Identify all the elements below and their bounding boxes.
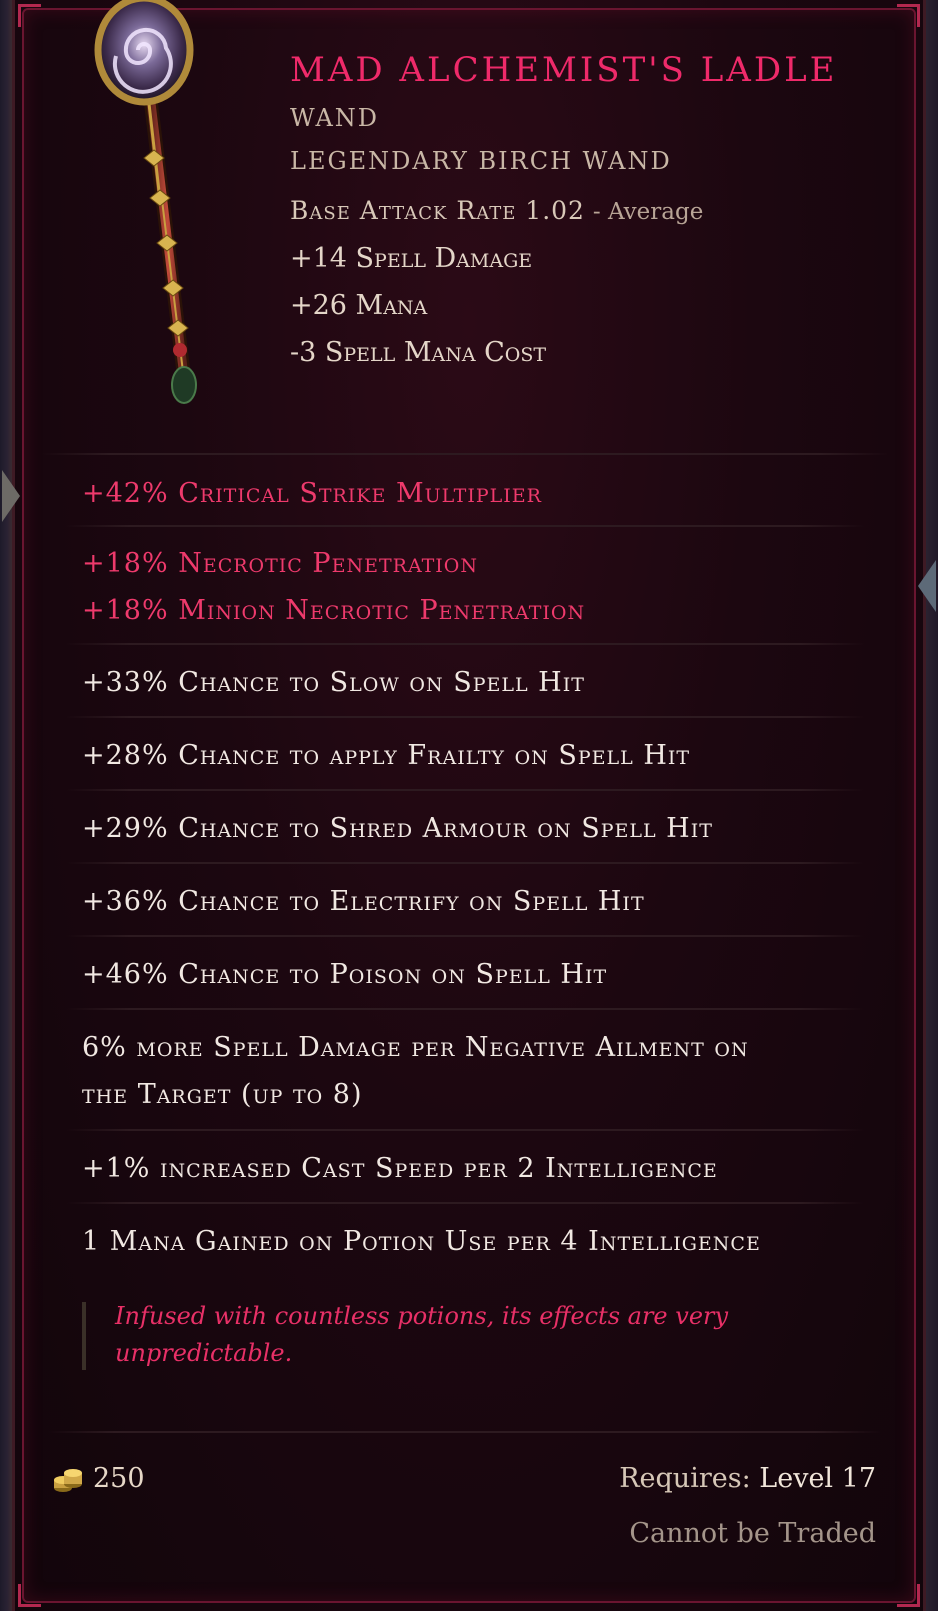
attack-rate-value: Base Attack Rate 1.02 [290, 196, 585, 225]
lore-text: Infused with countless potions, its effe… [115, 1302, 729, 1367]
implicit-spell-mana-cost: -3 Spell Mana Cost [290, 337, 547, 368]
gold-coins-icon [54, 1469, 82, 1492]
divider [66, 643, 864, 645]
requires-label: Requires: [619, 1463, 751, 1494]
required-level: Level 17 [759, 1463, 876, 1494]
requirement: Requires: Level 17 [619, 1463, 876, 1494]
background-left-edge [0, 0, 12, 1611]
attack-rate-descriptor: - Average [592, 199, 704, 225]
mod-frailty: +28% Chance to apply Frailty on Spell Hi… [82, 740, 691, 771]
item-price: 250 [93, 1463, 145, 1494]
frame-notch-left [2, 470, 20, 522]
divider [66, 1008, 864, 1010]
implicit-spell-damage: +14 Spell Damage [290, 243, 533, 274]
frame-notch-right [918, 560, 936, 612]
lore-accent-bar [82, 1302, 86, 1370]
divider [66, 935, 864, 937]
mod-ailment-damage-line2: the Target (up to 8) [82, 1079, 363, 1110]
divider-header [42, 453, 888, 455]
mod-mana-on-potion: 1 Mana Gained on Potion Use per 4 Intell… [82, 1226, 761, 1257]
item-type: Wand [290, 104, 380, 132]
mod-electrify: +36% Chance to Electrify on Spell Hit [82, 886, 645, 917]
item-name: Mad Alchemist's Ladle [290, 50, 838, 90]
mod-critical-strike: +42% Critical Strike Multiplier [82, 478, 542, 509]
mod-necrotic-penetration: +18% Necrotic Penetration [82, 548, 479, 579]
mod-slow: +33% Chance to Slow on Spell Hit [82, 667, 585, 698]
mod-poison: +46% Chance to Poison on Spell Hit [82, 959, 608, 990]
item-base: Legendary Birch Wand [290, 147, 672, 175]
divider [66, 525, 864, 527]
divider-footer [48, 1431, 882, 1433]
implicit-mana: +26 Mana [290, 290, 428, 321]
wand-item-icon [94, 0, 197, 404]
divider [66, 1202, 864, 1204]
background-right-edge [926, 0, 938, 1611]
trade-status: Cannot be Traded [629, 1518, 876, 1549]
divider [66, 716, 864, 718]
mod-shred-armour: +29% Chance to Shred Armour on Spell Hit [82, 813, 713, 844]
frame-corner-bottom-right [897, 1584, 920, 1607]
mod-cast-speed: +1% increased Cast Speed per 2 Intellige… [82, 1153, 718, 1184]
mod-ailment-damage-line1: 6% more Spell Damage per Negative Ailmen… [82, 1032, 749, 1063]
frame-corner-top-right [897, 4, 920, 27]
divider [66, 1129, 864, 1131]
mod-minion-necrotic-penetration: +18% Minion Necrotic Penetration [82, 595, 586, 626]
divider [66, 862, 864, 864]
frame-corner-bottom-left [18, 1584, 41, 1607]
frame-corner-top-left [18, 4, 41, 27]
divider [66, 789, 864, 791]
attack-rate: Base Attack Rate 1.02 - Average [290, 196, 703, 225]
